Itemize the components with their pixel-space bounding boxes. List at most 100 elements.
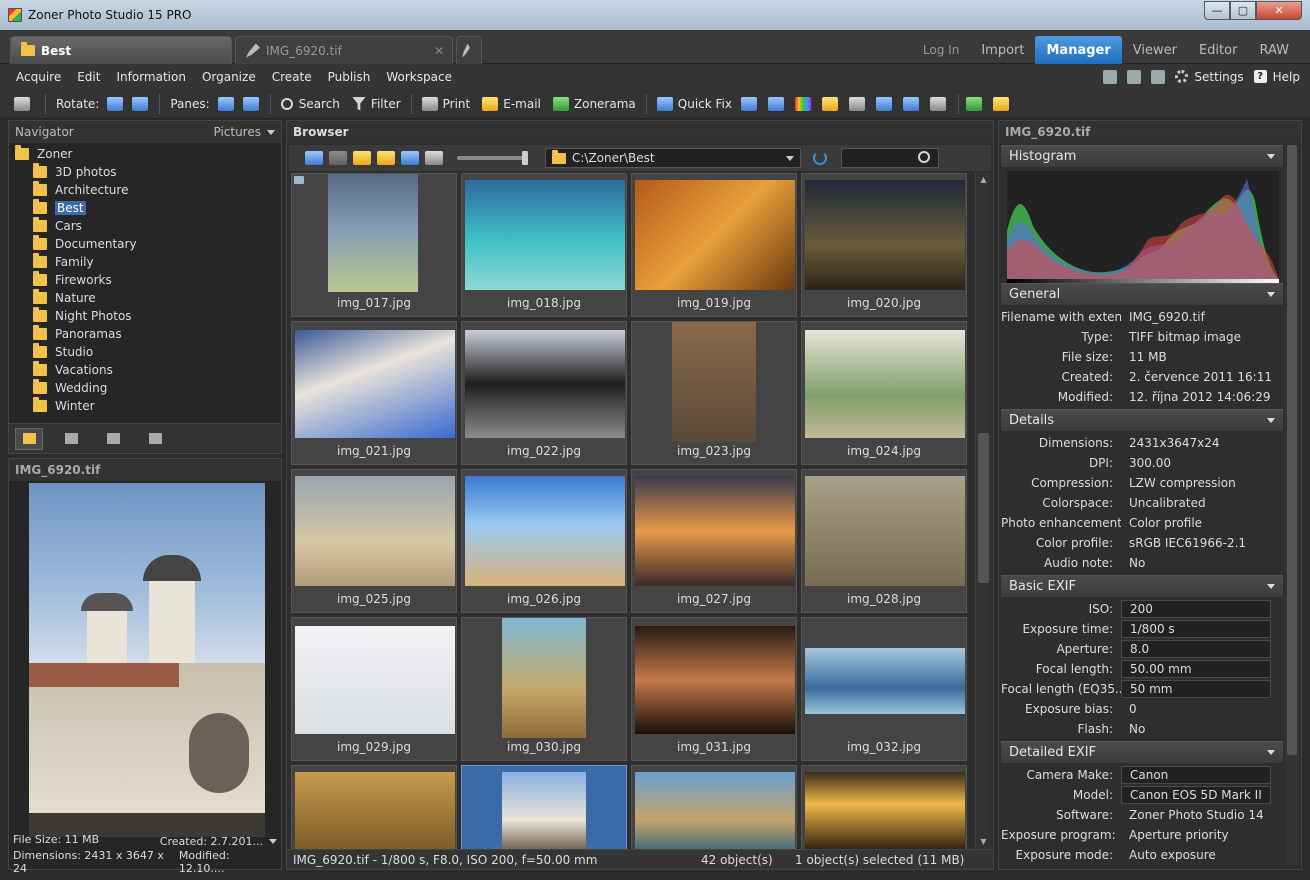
help-button[interactable]: ? Help [1253,70,1300,84]
section-detailed-exif[interactable]: Detailed EXIF [1001,741,1283,763]
thumbnail-item[interactable]: img_031.jpg [631,617,797,761]
rotate-left-button[interactable] [105,92,130,116]
menu-edit[interactable]: Edit [69,70,108,84]
section-basic-exif[interactable]: Basic EXIF [1001,575,1283,597]
browser-search-input[interactable] [841,148,939,168]
rotate-right-button[interactable] [130,92,155,116]
nav-tab-albums[interactable] [57,428,85,450]
thumbnail-item[interactable]: img_019.jpg [631,173,797,317]
screen-icon[interactable] [1103,69,1118,84]
thumbnail-item[interactable]: img_027.jpg [631,469,797,613]
slider-handle[interactable] [522,151,528,165]
mode-viewer[interactable]: Viewer [1122,36,1188,64]
property-value-field[interactable]: 8.0 [1121,640,1271,658]
new-tab-button[interactable] [456,36,482,64]
property-value-field[interactable]: Canon EOS 5D Mark II [1121,786,1271,804]
scrollbar-thumb[interactable] [978,433,989,583]
thumbnail-item[interactable]: img_032.jpg [801,617,967,761]
thumbnail-item[interactable]: img_024.jpg [801,321,967,465]
mode-manager[interactable]: Manager [1035,36,1122,64]
mode-import[interactable]: Import [970,36,1035,64]
thumbnail-item[interactable]: img_022.jpg [461,321,627,465]
favorite-folder-icon[interactable] [377,151,395,165]
browser-scrollbar[interactable]: ▲ ▼ [975,173,991,849]
section-general[interactable]: General [1001,283,1283,305]
maximize-button[interactable]: ▢ [1230,1,1256,20]
mode-raw[interactable]: RAW [1248,36,1300,64]
pane-left-button[interactable] [216,92,241,116]
thumbnail-item-selected[interactable] [461,765,627,849]
menu-publish[interactable]: Publish [320,70,379,84]
curves-button[interactable] [765,92,792,116]
thumbnail-item[interactable]: img_025.jpg [291,469,457,613]
mode-editor[interactable]: Editor [1188,36,1248,64]
thumbnail-item[interactable] [631,765,797,849]
tree-item-panoramas[interactable]: Panoramas [9,325,281,343]
tree-item-best[interactable]: Best [9,199,281,217]
upload-icon[interactable] [1151,69,1166,84]
login-link[interactable]: Log In [912,36,970,64]
settings-button[interactable]: Settings [1175,70,1244,84]
email-button[interactable]: E-mail [476,92,547,116]
tree-item-wedding[interactable]: Wedding [9,379,281,397]
forward-arrow-icon[interactable] [329,151,347,165]
color-button[interactable] [792,92,819,116]
levels-button[interactable] [738,92,765,116]
nav-tab-favorites[interactable] [99,428,127,450]
tree-item-nature[interactable]: Nature [9,289,281,307]
property-value-field[interactable]: 50 mm [1121,680,1271,698]
tree-item-studio[interactable]: Studio [9,343,281,361]
preview-created[interactable]: Created: 2.7.201... [160,833,277,849]
scroll-up-icon[interactable]: ▲ [976,173,991,187]
tree-item-zoner[interactable]: Zoner [9,145,281,163]
menu-organize[interactable]: Organize [194,70,264,84]
info-panel-scrollbar[interactable] [1285,145,1299,865]
pictures-dropdown[interactable]: Pictures [213,125,275,139]
tree-item-vacations[interactable]: Vacations [9,361,281,379]
minimize-button[interactable]: — [1204,1,1230,20]
property-value-field[interactable]: 50.00 mm [1121,660,1271,678]
search-button[interactable]: Search [275,92,346,116]
property-value-field[interactable]: Canon [1121,766,1271,784]
sharpen-button[interactable] [846,92,873,116]
tree-item-night-photos[interactable]: Night Photos [9,307,281,325]
thumbnail-item[interactable]: img_021.jpg [291,321,457,465]
tree-item-cars[interactable]: Cars [9,217,281,235]
section-histogram[interactable]: Histogram [1001,145,1283,167]
thumbnail-item[interactable]: img_018.jpg [461,173,627,317]
tab-close-icon[interactable]: ✕ [434,44,444,58]
refresh-icon[interactable] [813,151,827,165]
filter-button[interactable]: Filter [346,92,407,116]
thumbnail-item[interactable]: img_030.jpg [461,617,627,761]
tree-item-documentary[interactable]: Documentary [9,235,281,253]
menu-information[interactable]: Information [108,70,193,84]
nav-tab-folders[interactable] [15,427,43,450]
nav-tab-labels[interactable] [141,428,169,450]
crop-button[interactable] [873,92,900,116]
scroll-down-icon[interactable]: ▼ [976,835,991,849]
gps-button[interactable] [990,92,1017,116]
pane-right-button[interactable] [241,92,266,116]
scrollbar-thumb[interactable] [1287,145,1297,755]
tab-best[interactable]: Best [10,36,232,64]
view-mode-icon[interactable] [425,151,443,165]
property-value-field[interactable]: 200 [1121,600,1271,618]
preview-image[interactable] [29,483,265,837]
thumbnail-item[interactable] [801,765,967,849]
zoom-in-button[interactable] [963,92,990,116]
print-button[interactable]: Print [416,92,477,116]
tree-item-3d-photos[interactable]: 3D photos [9,163,281,181]
camera-button[interactable] [8,92,41,116]
resize-button[interactable] [900,92,927,116]
section-details[interactable]: Details [1001,409,1283,431]
zonerama-button[interactable]: Zonerama [547,92,642,116]
thumbnail-item[interactable] [291,765,457,849]
thumbnail-item[interactable]: img_020.jpg [801,173,967,317]
back-arrow-icon[interactable] [305,151,323,165]
sort-icon[interactable] [401,151,419,165]
tree-item-fireworks[interactable]: Fireworks [9,271,281,289]
thumbnail-size-slider[interactable] [457,151,528,165]
close-button[interactable]: ✕ [1256,1,1302,20]
folder-up-icon[interactable] [353,151,371,165]
tree-item-winter[interactable]: Winter [9,397,281,415]
